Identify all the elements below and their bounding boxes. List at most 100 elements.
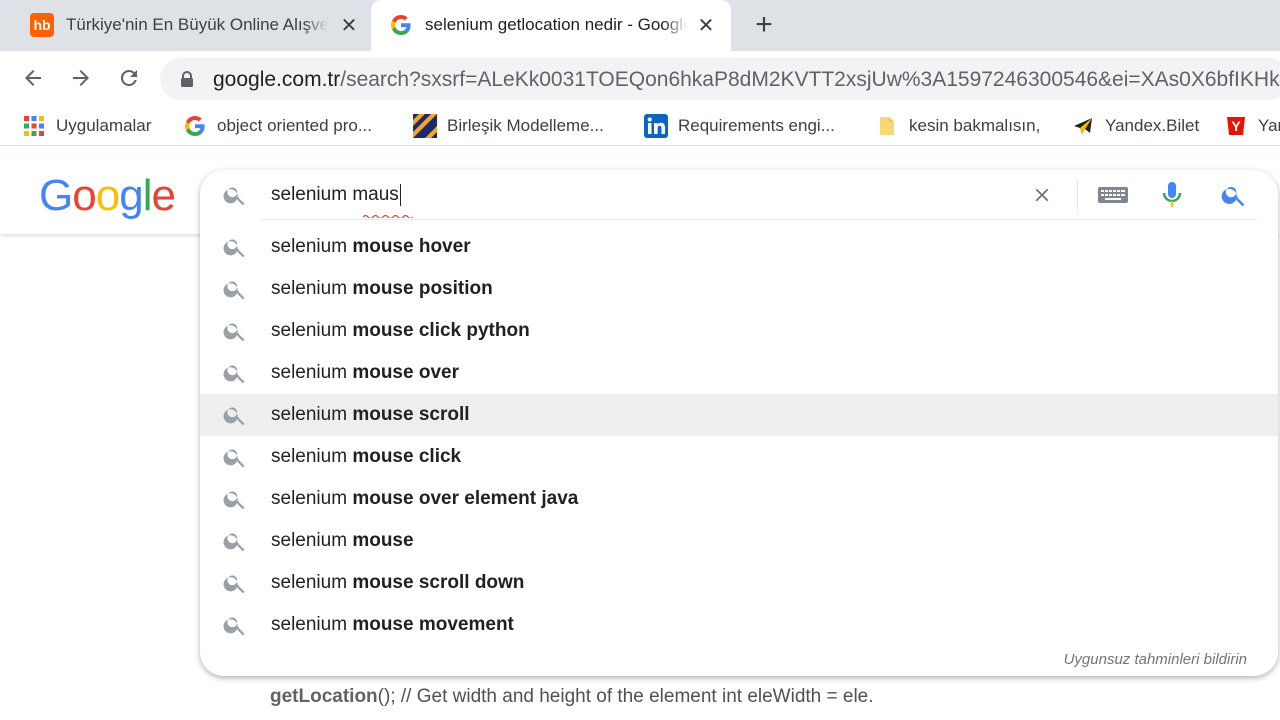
search-icon <box>223 323 245 342</box>
bookmark-label: Uygulamalar <box>56 116 152 135</box>
logo-letter: o <box>95 171 121 220</box>
bookmark-requirements[interactable]: Requirements engi... <box>644 114 835 138</box>
tab-strip: hb Türkiye'nin En Büyük Online Alışveriş… <box>0 0 1280 51</box>
suggestion-text: selenium mouse click python <box>271 319 530 343</box>
divider <box>1077 180 1078 210</box>
search-icon <box>223 187 245 206</box>
search-icon <box>223 533 245 552</box>
suggestion-text: selenium mouse click <box>271 445 461 469</box>
suggestion-item-highlighted[interactable]: selenium mouse scroll <box>200 394 1278 436</box>
suggestion-item[interactable]: selenium mouse click <box>200 436 1278 478</box>
address-bar[interactable]: google.com.tr/search?sxsrf=ALeKk0031TOEQ… <box>160 58 1280 100</box>
suggestion-text: selenium mouse over element java <box>271 487 578 511</box>
google-search-icon[interactable] <box>1220 181 1248 209</box>
snippet-bold: getLocation <box>270 686 378 707</box>
bookmark-label: Requirements engi... <box>678 116 835 135</box>
bookmark-label: Yandex.Bilet <box>1105 116 1200 135</box>
folder-icon <box>880 117 894 135</box>
suggestion-text: selenium mouse <box>271 529 414 553</box>
divider <box>261 219 1257 220</box>
hepsiburada-favicon-icon: hb <box>30 13 54 37</box>
svg-text:Y: Y <box>1231 118 1241 134</box>
google-favicon-icon <box>391 15 411 35</box>
suggestion-completion: mouse movement <box>352 614 514 635</box>
tab-google-search[interactable]: selenium getlocation nedir - Google ✕ <box>371 0 731 51</box>
suggestion-text: selenium mouse movement <box>271 613 514 637</box>
suggestion-completion: mouse click python <box>352 320 530 341</box>
search-box: selenium maus <box>200 170 1278 220</box>
bookmark-yandex[interactable]: Y Yan <box>1224 114 1280 138</box>
suggestion-completion: mouse <box>352 530 414 551</box>
suggestion-prefix: selenium <box>271 278 353 299</box>
lock-icon[interactable] <box>180 71 194 87</box>
tab-hepsiburada[interactable]: hb Türkiye'nin En Büyük Online Alışveriş… <box>18 0 368 51</box>
report-predictions-link[interactable]: Uygunsuz tahminleri bildirin <box>1064 651 1247 668</box>
suggestion-text: selenium mouse position <box>271 277 493 301</box>
diagonal-stripe-icon <box>413 114 437 138</box>
suggestion-item[interactable]: selenium mouse <box>200 520 1278 562</box>
suggestion-text: selenium mouse scroll <box>271 403 470 427</box>
suggestion-item[interactable]: selenium mouse over <box>200 352 1278 394</box>
bookmark-uygulamalar[interactable]: Uygulamalar <box>22 114 151 138</box>
search-icon <box>223 449 245 468</box>
spellcheck-underline <box>363 214 413 218</box>
text-caret <box>399 183 401 206</box>
suggestion-list: selenium mouse hover selenium mouse posi… <box>200 226 1278 646</box>
logo-letter: o <box>72 171 97 220</box>
suggestion-prefix: selenium <box>271 614 353 635</box>
suggestion-item[interactable]: selenium mouse click python <box>200 310 1278 352</box>
microphone-icon[interactable] <box>1160 180 1184 210</box>
suggestion-completion: mouse over <box>352 362 459 383</box>
suggestion-prefix: selenium <box>271 446 353 467</box>
linkedin-icon <box>644 114 668 138</box>
google-icon <box>185 116 205 136</box>
result-snippet: getLocation(); // Get width and height o… <box>270 684 874 710</box>
back-arrow-icon[interactable] <box>18 63 48 93</box>
logo-letter: e <box>151 171 176 220</box>
suggestion-completion: mouse scroll <box>352 404 470 425</box>
yandex-icon: Y <box>1227 117 1245 135</box>
bookmark-kesin-bakmalisin[interactable]: kesin bakmalısın, <box>875 114 1040 138</box>
suggestion-item[interactable]: selenium mouse movement <box>200 604 1278 646</box>
suggestion-prefix: selenium <box>271 404 353 425</box>
bookmark-birlesik-modelleme[interactable]: Birleşik Modelleme... <box>413 114 604 138</box>
bookmark-object-oriented[interactable]: object oriented pro... <box>183 114 372 138</box>
close-tab-icon[interactable]: ✕ <box>694 13 718 37</box>
search-icon <box>223 575 245 594</box>
logo-letter: l <box>142 171 153 220</box>
tab-title: selenium getlocation nedir - Google <box>425 14 687 36</box>
url-host: google.com.tr <box>213 68 341 91</box>
suggestion-item[interactable]: selenium mouse position <box>200 268 1278 310</box>
plane-icon <box>1074 118 1092 134</box>
reload-icon[interactable] <box>114 63 144 93</box>
logo-letter: G <box>39 171 73 220</box>
search-autocomplete-panel: selenium maus selenium mouse hover selen… <box>200 170 1278 676</box>
bookmark-yandex-bilet[interactable]: Yandex.Bilet <box>1071 114 1199 138</box>
close-tab-icon[interactable]: ✕ <box>337 13 361 37</box>
search-input-value: selenium maus <box>271 184 399 205</box>
search-icon <box>223 617 245 636</box>
clear-search-button[interactable] <box>1028 181 1056 209</box>
keyboard-icon[interactable] <box>1097 183 1129 207</box>
tab-title: Türkiye'nin En Büyük Online Alışveriş <box>66 14 328 36</box>
suggestion-item[interactable]: selenium mouse over element java <box>200 478 1278 520</box>
search-input[interactable]: selenium maus <box>271 182 401 208</box>
new-tab-button[interactable]: + <box>750 10 778 40</box>
search-icon <box>223 239 245 258</box>
url-text: google.com.tr/search?sxsrf=ALeKk0031TOEQ… <box>213 68 1280 92</box>
search-icon <box>223 281 245 300</box>
suggestion-completion: mouse position <box>352 278 493 299</box>
google-logo[interactable]: Google <box>39 171 176 220</box>
suggestion-completion: mouse click <box>352 446 462 467</box>
suggestion-item[interactable]: selenium mouse scroll down <box>200 562 1278 604</box>
forward-arrow-icon[interactable] <box>66 63 96 93</box>
suggestion-prefix: selenium <box>271 530 353 551</box>
bookmark-label: Yan <box>1258 116 1280 135</box>
close-icon <box>1035 188 1049 202</box>
suggestion-text: selenium mouse hover <box>271 235 471 259</box>
suggestion-completion: mouse scroll down <box>352 572 525 593</box>
suggestion-prefix: selenium <box>271 488 353 509</box>
suggestion-text: selenium mouse scroll down <box>271 571 524 595</box>
suggestion-completion: mouse over element java <box>352 488 579 509</box>
suggestion-item[interactable]: selenium mouse hover <box>200 226 1278 268</box>
